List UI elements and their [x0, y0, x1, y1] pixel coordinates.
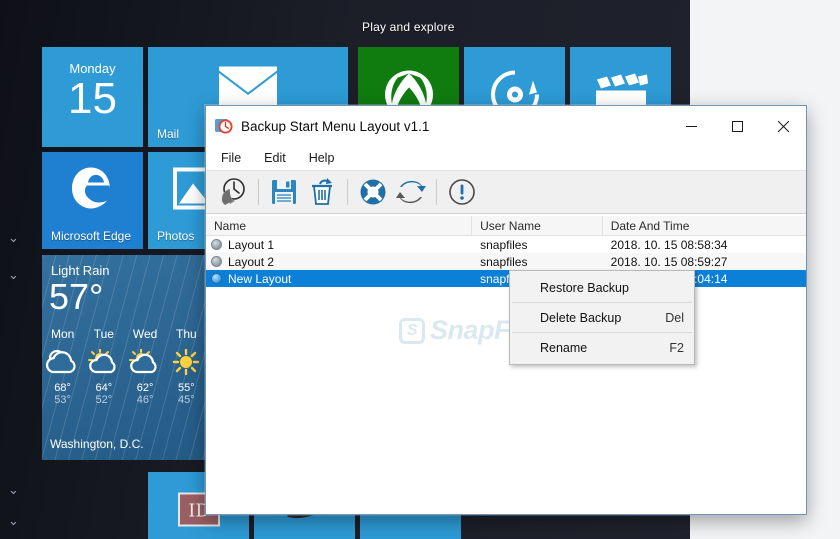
context-menu-label: Delete Backup	[540, 310, 622, 325]
context-menu: Restore Backup Delete Backup Del Rename …	[509, 270, 695, 365]
forecast-low: 46°	[136, 394, 154, 406]
forecast-high: 55°	[178, 382, 195, 394]
sunny-icon	[166, 345, 207, 379]
layout-bullet-icon	[211, 239, 222, 250]
window-controls	[668, 106, 806, 146]
menu-bar: File Edit Help	[206, 146, 806, 170]
tile-calendar[interactable]: Monday 15	[42, 47, 143, 147]
forecast-day: Thu 55° 45°	[166, 327, 207, 406]
weather-forecast: Mon 68° 53° Tue 64° 52° Wed 62° 46° Thu …	[42, 327, 207, 406]
layout-bullet-icon	[211, 256, 222, 267]
forecast-day-name: Wed	[132, 327, 158, 341]
table-row[interactable]: Layout 1 snapfiles 2018. 10. 15 08:58:34	[206, 236, 806, 253]
forecast-day: Mon 68° 53°	[42, 327, 83, 406]
application-window: Backup Start Menu Layout v1.1 File Edit …	[205, 105, 807, 515]
context-menu-accel: Del	[665, 310, 684, 325]
context-menu-accel: F2	[669, 340, 684, 355]
menu-file[interactable]: File	[219, 149, 243, 167]
list-header: Name User Name Date And Time	[206, 216, 806, 236]
row-datetime-cell: 2018. 10. 15 08:58:34	[610, 237, 728, 252]
forecast-high: 68°	[54, 382, 71, 394]
title-bar: Backup Start Menu Layout v1.1	[206, 106, 806, 146]
row-name-cell: New Layout	[206, 272, 472, 286]
context-menu-item-restore-backup[interactable]: Restore Backup	[510, 273, 694, 302]
maximize-button[interactable]	[714, 106, 760, 146]
table-row[interactable]: Layout 2 snapfiles 2018. 10. 15 08:59:27	[206, 253, 806, 270]
row-name-text: Layout 1	[228, 237, 275, 252]
layout-bullet-icon	[211, 273, 222, 284]
partly-sunny-icon	[125, 345, 166, 379]
forecast-day: Tue 64° 52°	[83, 327, 124, 406]
row-user-cell: snapfiles	[480, 237, 528, 252]
refresh-button[interactable]	[393, 174, 429, 210]
cloudy-icon	[42, 345, 83, 379]
edge-icon	[70, 163, 116, 218]
chevron-down-icon[interactable]: ⌄	[8, 232, 19, 245]
weather-content: Light Rain 57° Mon 68° 53° Tue 64° 52° W…	[42, 255, 207, 460]
about-button[interactable]	[444, 174, 480, 210]
row-name-cell: Layout 2	[206, 255, 472, 269]
row-name-cell: Layout 1	[206, 238, 472, 252]
delete-button[interactable]	[304, 174, 340, 210]
toolbar-separator	[258, 179, 259, 205]
forecast-low: 53°	[54, 394, 71, 406]
chevron-down-icon[interactable]: ⌄	[8, 484, 19, 497]
row-name-text: New Layout	[228, 271, 292, 286]
weather-location: Washington, D.C.	[50, 437, 144, 451]
row-name-text: Layout 2	[228, 254, 275, 269]
column-header-user-name[interactable]: User Name	[472, 216, 603, 235]
chevron-down-icon[interactable]: ⌄	[8, 515, 19, 528]
save-button[interactable]	[266, 174, 302, 210]
table-row-selected[interactable]: New Layout snapfiles 2018. 10. 15 09:04:…	[206, 270, 806, 287]
column-header-date-and-time[interactable]: Date And Time	[603, 216, 806, 235]
tile-microsoft-edge[interactable]: Microsoft Edge	[42, 152, 143, 249]
row-user-cell: snapfiles	[480, 254, 528, 269]
support-button[interactable]	[355, 174, 391, 210]
tile-label-photos: Photos	[157, 229, 195, 243]
forecast-low: 45°	[178, 394, 195, 406]
window-title: Backup Start Menu Layout v1.1	[241, 118, 430, 134]
row-datetime-cell: 2018. 10. 15 08:59:27	[610, 254, 728, 269]
screenshot-root: Play and explore ⌄ ⌄ ⌄ ⌄ Monday 15 Mail	[0, 0, 840, 539]
backup-list: Name User Name Date And Time Layout 1 sn…	[206, 216, 806, 514]
partly-sunny-icon	[83, 345, 124, 379]
context-menu-item-rename[interactable]: Rename F2	[510, 333, 694, 362]
toolbar-separator	[436, 179, 437, 205]
tile-group-header: Play and explore	[362, 20, 455, 34]
forecast-low: 52°	[95, 394, 113, 406]
forecast-high: 64°	[95, 382, 113, 394]
toolbar	[206, 170, 806, 214]
toolbar-separator	[347, 179, 348, 205]
clock-backup-icon	[215, 117, 233, 135]
tile-weather[interactable]: Light Rain 57° Mon 68° 53° Tue 64° 52° W…	[42, 255, 207, 460]
minimize-button[interactable]	[668, 106, 714, 146]
tile-label-mail: Mail	[157, 127, 180, 141]
calendar-day-number: 15	[68, 74, 117, 123]
backup-now-button[interactable]	[215, 174, 251, 210]
forecast-day-name: Thu	[176, 327, 197, 341]
context-menu-label: Restore Backup	[540, 280, 629, 295]
context-menu-item-delete-backup[interactable]: Delete Backup Del	[510, 303, 694, 332]
menu-edit[interactable]: Edit	[262, 149, 288, 167]
forecast-day: Wed 62° 46°	[125, 327, 166, 406]
chevron-down-icon[interactable]: ⌄	[8, 269, 19, 282]
close-button[interactable]	[760, 106, 806, 146]
forecast-day-name: Mon	[50, 327, 75, 341]
column-header-name[interactable]: Name	[206, 216, 473, 235]
weather-temperature: 57°	[49, 276, 104, 317]
forecast-day-name: Tue	[93, 327, 114, 341]
tile-label-edge: Microsoft Edge	[51, 229, 132, 243]
context-menu-label: Rename	[540, 340, 588, 355]
forecast-high: 62°	[136, 382, 154, 394]
menu-help[interactable]: Help	[307, 149, 337, 167]
